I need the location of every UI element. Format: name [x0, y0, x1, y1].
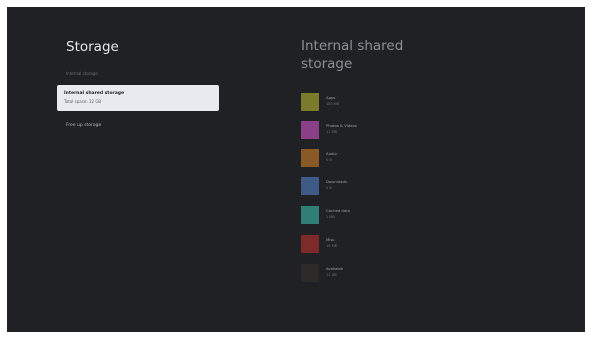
category-name: Misc. [326, 237, 336, 242]
free-up-storage-item[interactable]: Free up storage [66, 123, 101, 128]
category-size: 19 MB [326, 244, 337, 248]
category-size: 183 MB [326, 102, 340, 106]
photos-videos-icon [301, 121, 319, 139]
category-name: Cached data [326, 208, 350, 213]
category-photos-videos: Photos & Videos 11 MB [301, 121, 421, 141]
category-apps: Apps 183 MB [301, 93, 421, 113]
misc-icon [301, 235, 319, 253]
cached-data-icon [301, 206, 319, 224]
category-downloads: Downloads 0 B [301, 177, 421, 197]
category-audio: Audio 0 B [301, 149, 421, 169]
category-name: Photos & Videos [326, 123, 357, 128]
category-size: 1 MB [326, 215, 335, 219]
internal-shared-storage-item[interactable]: Internal shared storage Total space: 32 … [57, 85, 219, 111]
category-size: 0 B [326, 158, 332, 162]
category-size: 0 B [326, 186, 332, 190]
item-detail: Total space: 32 GB [64, 99, 102, 104]
category-cached-data: Cached data 1 MB [301, 206, 421, 226]
page-title: Storage [66, 39, 119, 55]
downloads-icon [301, 177, 319, 195]
category-name: Available [326, 266, 344, 271]
audio-icon [301, 149, 319, 167]
detail-title: Internal shared storage [301, 38, 404, 72]
category-available: Available 11 GB [301, 264, 421, 284]
apps-icon [301, 93, 319, 111]
section-label: Internal storage [66, 71, 98, 76]
item-title: Internal shared storage [64, 91, 125, 96]
category-size: 11 GB [326, 273, 337, 277]
category-name: Downloads [326, 179, 347, 184]
category-name: Apps [326, 95, 336, 100]
storage-screen: Storage Internal storage Internal shared… [7, 7, 585, 332]
available-icon [301, 264, 319, 282]
category-size: 11 MB [326, 130, 337, 134]
category-name: Audio [326, 151, 337, 156]
category-misc: Misc. 19 MB [301, 235, 421, 255]
